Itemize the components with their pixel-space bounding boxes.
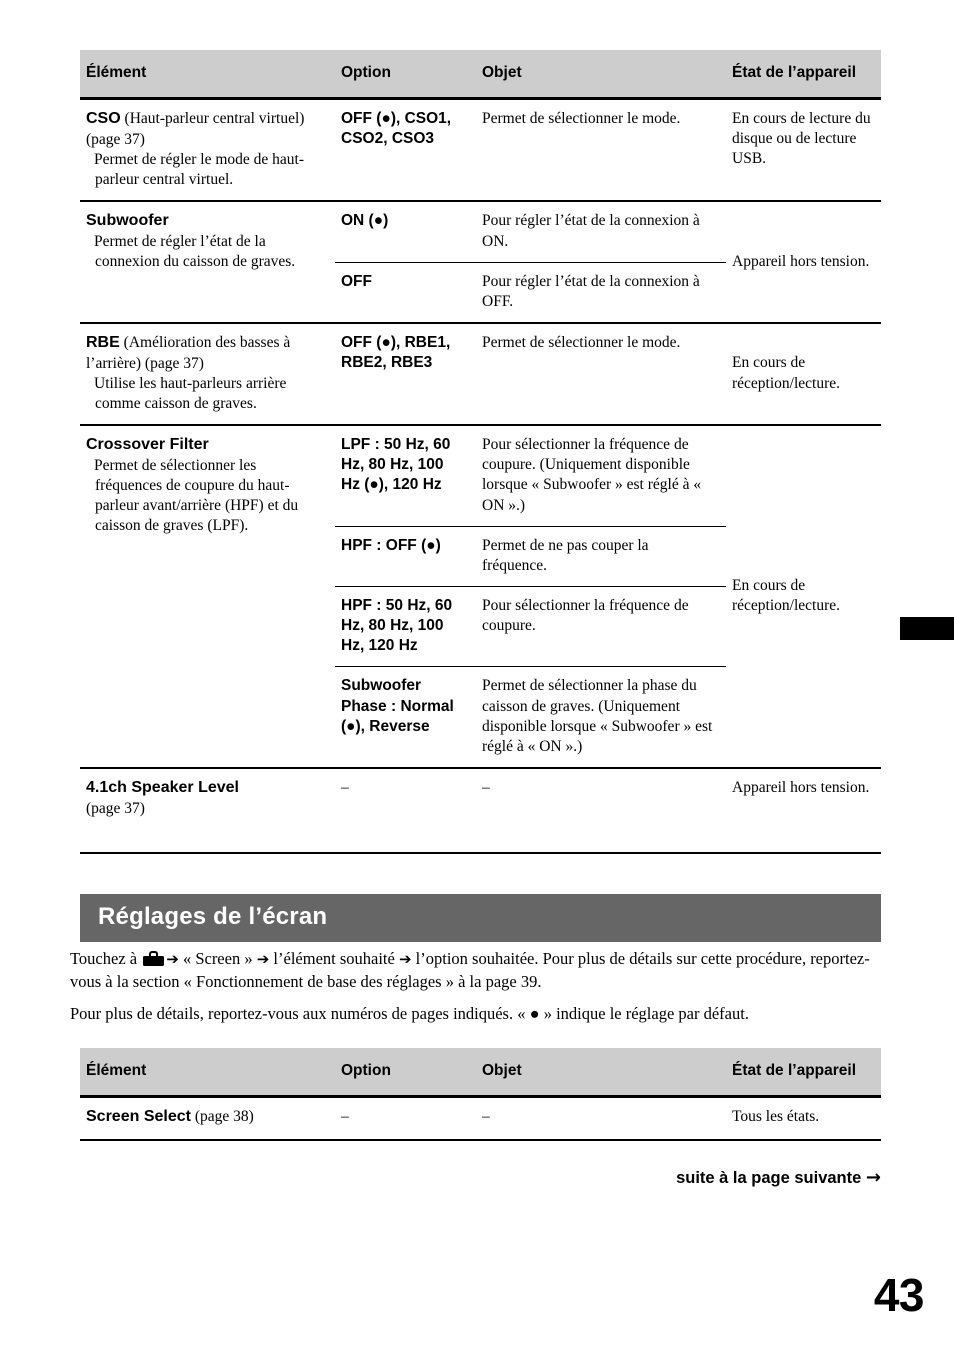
cell-element: 4.1ch Speaker Level (page 37) [80,766,335,829]
column-header-element: Élément [80,1048,335,1097]
section-heading-screen-settings: Réglages de l’écran [80,894,881,942]
table-row: CSO (Haut-parleur central virtuel) (page… [80,99,881,202]
table-bottom-rule [80,1139,881,1141]
cell-etat: Appareil hors tension. [726,200,881,323]
cell-option: – [341,1108,349,1126]
cell-objet: Pour sélectionner la fréquence de coupur… [476,424,726,527]
cell-objet: Permet de sélectionner le mode. [476,321,726,426]
item-name: Screen Select [86,1108,191,1126]
arrow-icon: ➔ [166,950,179,968]
item-description: Utilise les haut-parleurs arrière comme … [94,374,287,412]
table-row: Subwoofer Permet de régler l’état de la … [80,200,881,323]
column-header-element: Élément [80,50,335,99]
cell-objet: – [482,1108,490,1126]
cell-element: Crossover Filter Permet de sélectionner … [80,424,335,768]
manual-page: Élément Option Objet État de l’appareil … [0,0,954,1352]
cell-etat: En cours de réception/lecture. [726,424,881,768]
item-name: RBE [86,333,120,351]
cell-etat: En cours de lecture du disque ou de lect… [732,110,871,168]
arrow-icon: ➔ [398,950,412,968]
thumb-index-tab [900,617,954,640]
cell-option: OFF [335,261,476,323]
arrow-icon: ➔ [256,950,270,968]
item-name: CSO [86,110,121,128]
section-title: Réglages de l’écran [98,903,328,930]
column-header-option: Option [335,50,476,99]
cell-objet: Pour sélectionner la fréquence de coupur… [476,585,726,667]
table-row: RBE (Amélioration des basses à l’arrière… [80,321,881,426]
cell-etat: Tous les états. [732,1108,820,1126]
cell-option: HPF : OFF (●) [335,525,476,587]
toolbox-icon [143,951,165,966]
intro-text-1: Touchez à [70,949,142,968]
item-name: Subwoofer [86,212,169,230]
item-name: Crossover Filter [86,436,209,454]
cell-objet: – [476,766,726,829]
table-row: Crossover Filter Permet de sélectionner … [80,424,881,768]
column-header-etat: État de l’appareil [726,50,881,99]
cell-etat: En cours de réception/lecture. [726,321,881,426]
cell-option: OFF (●), RBE1, RBE2, RBE3 [335,321,476,426]
table-header: Élément Option Objet État de l’appareil [80,50,881,99]
cell-option: ON (●) [335,200,476,263]
table-bottom-rule [80,852,881,854]
column-header-objet: Objet [476,50,726,99]
intro-text-3: l’élément souhaité [269,949,399,968]
item-description: Permet de régler le mode de haut-parleur… [94,151,305,189]
cell-element: Subwoofer Permet de régler l’état de la … [80,200,335,323]
right-arrow-icon: → [865,1167,881,1188]
cell-etat: Appareil hors tension. [726,766,881,829]
column-header-objet: Objet [476,1048,726,1097]
default-setting-note: Pour plus de détails, reportez-vous aux … [70,1004,749,1023]
cell-option: – [335,766,476,829]
cell-element: Screen Select (page 38) [80,1097,335,1138]
item-description: Permet de régler l’état de la connexion … [94,233,296,271]
table-row: 4.1ch Speaker Level (page 37) – – Appare… [80,766,881,829]
cell-option: LPF : 50 Hz, 60 Hz, 80 Hz, 100 Hz (●), 1… [335,424,476,527]
cell-objet: Pour régler l’état de la connexion à ON. [476,200,726,263]
cell-option: Subwoofer Phase : Normal (●), Reverse [335,666,476,768]
column-header-etat: État de l’appareil [726,1048,881,1097]
page-number: 43 [873,1269,925,1321]
intro-text-2: « Screen » [178,949,257,968]
cell-element: CSO (Haut-parleur central virtuel) (page… [80,99,335,202]
continued-notice: suite à la page suivante → [0,1167,881,1188]
cell-element: RBE (Amélioration des basses à l’arrière… [80,321,335,426]
screen-settings-table: Élément Option Objet État de l’appareil … [80,1048,881,1138]
column-header-option: Option [335,1048,476,1097]
cell-objet: Permet de sélectionner la phase du caiss… [476,666,726,768]
item-description: Permet de sélectionner les fréquences de… [94,456,299,535]
table-header: Élément Option Objet État de l’appareil [80,1048,881,1097]
continued-label: suite à la page suivante [676,1169,862,1187]
cell-option: HPF : 50 Hz, 60 Hz, 80 Hz, 100 Hz, 120 H… [335,585,476,667]
item-page-ref: (page 37) [86,799,145,817]
item-note: (page 38) [190,1108,254,1126]
intro-paragraph: Touchez à ➔ « Screen » ➔ l’élément souha… [70,948,885,994]
cell-option: OFF (●), CSO1, CSO2, CSO3 [341,110,452,148]
item-name: 4.1ch Speaker Level [86,778,239,796]
sound-settings-table: Élément Option Objet État de l’appareil … [80,50,881,829]
cell-objet: Pour régler l’état de la connexion à OFF… [476,261,726,323]
table-row: Screen Select (page 38) – – Tous les éta… [80,1097,881,1138]
cell-objet: Permet de ne pas couper la fréquence. [476,525,726,587]
cell-objet: Permet de sélectionner le mode. [482,110,681,128]
